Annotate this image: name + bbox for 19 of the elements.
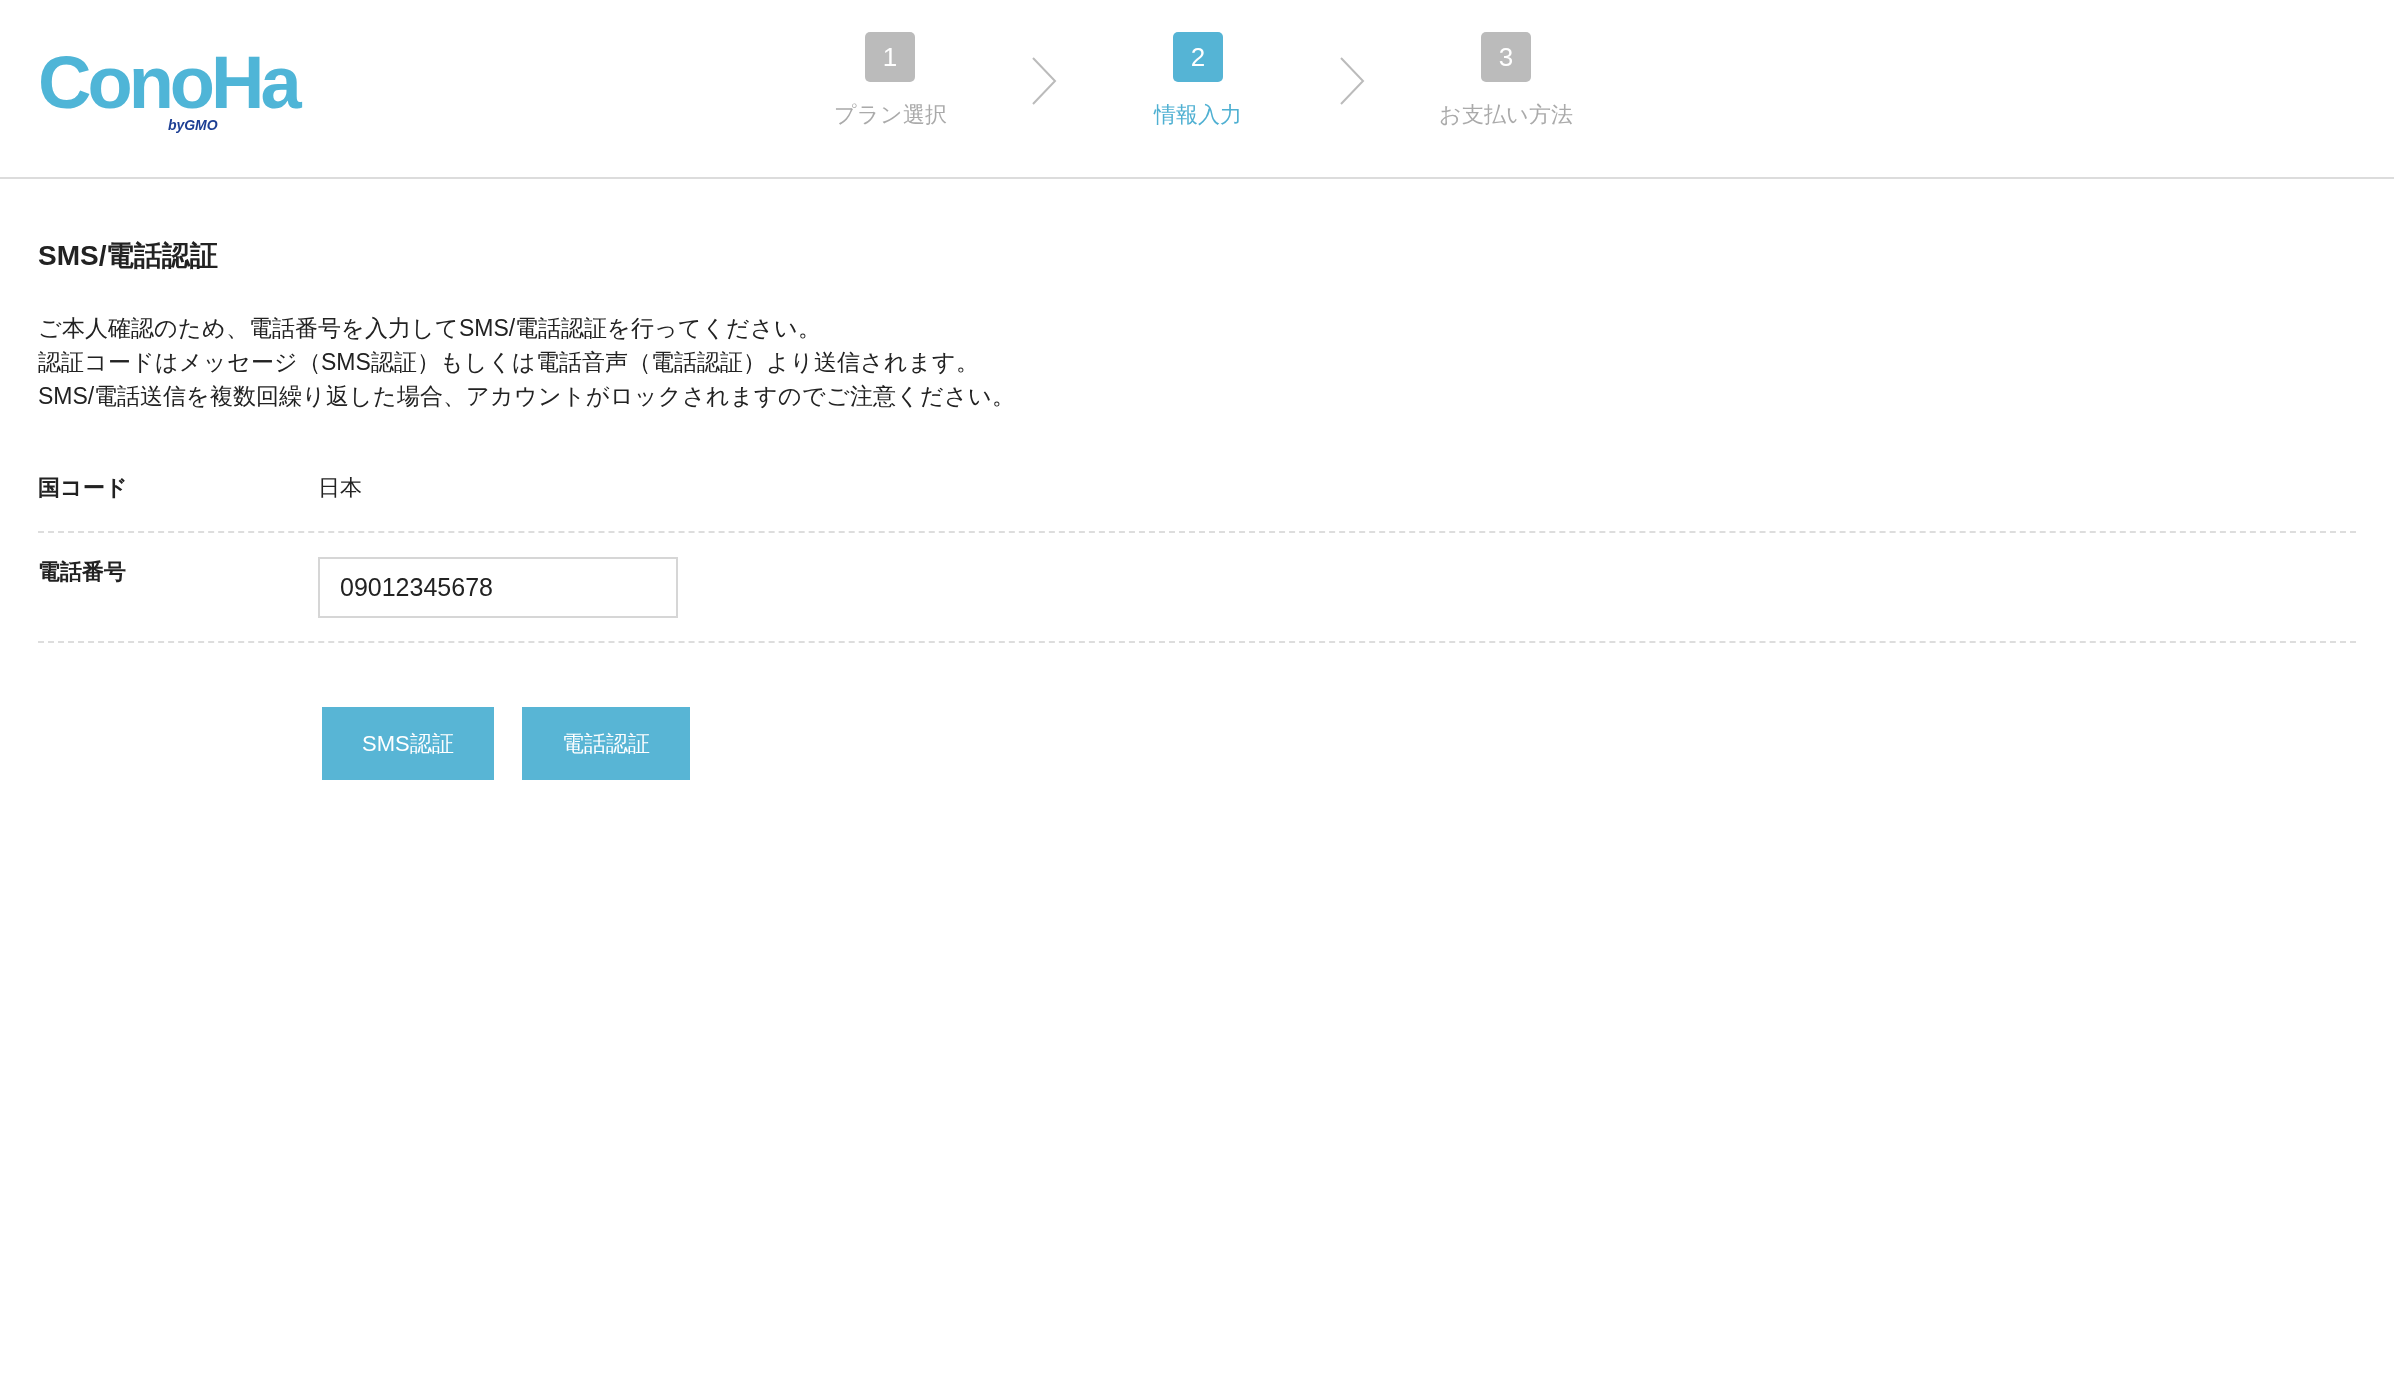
step-number: 1 bbox=[865, 32, 915, 82]
description-text: SMS/電話送信を複数回繰り返した場合、アカウントがロックされますのでご注意ください。 bbox=[38, 382, 1016, 411]
step-label: 情報入力 bbox=[1154, 101, 1242, 129]
field-label: 電話番号 bbox=[38, 558, 127, 586]
chevron-right-icon bbox=[1031, 56, 1057, 106]
section-title: SMS/電話認証 bbox=[38, 239, 220, 273]
logo[interactable]: ConoHa byGMO bbox=[38, 45, 298, 132]
description-text: ご本人確認のため、電話番号を入力してSMS/電話認証を行ってください。 bbox=[38, 314, 822, 343]
step-label: お支払い方法 bbox=[1439, 101, 1573, 129]
logo-wordmark: ConoHa bbox=[38, 45, 298, 120]
phone-input[interactable]: 09012345678 bbox=[318, 556, 678, 618]
logo-byline: byGMO bbox=[167, 117, 218, 132]
field-value: 日本 bbox=[318, 473, 362, 502]
step-number: 3 bbox=[1481, 32, 1531, 82]
step-label: プラン選択 bbox=[833, 101, 947, 129]
field-label: 国コード bbox=[38, 473, 129, 502]
step-number: 2 bbox=[1173, 32, 1223, 82]
chevron-right-icon bbox=[1339, 56, 1365, 106]
description-text: 認証コードはメッセージ（SMS認証）もしくは電話音声（電話認証）より送信されます。 bbox=[38, 348, 979, 377]
